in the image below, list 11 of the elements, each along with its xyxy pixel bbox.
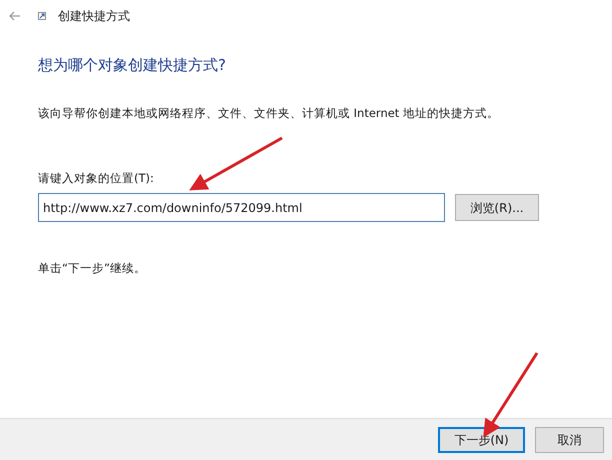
browse-button[interactable]: 浏览(R)...: [455, 194, 539, 221]
wizard-button[interactable]: 下一步(N): [438, 426, 525, 452]
shortcut-icon: [38, 12, 46, 20]
location-field[interactable]: http://www.xz7.com/downinfo/572099.html: [38, 193, 445, 222]
continue-hint: 单击“下一步”继续。: [38, 260, 146, 277]
wizard-description: 该向导帮你创建本地或网络程序、文件、文件夹、计算机或 Internet 地址的快捷方式。: [38, 104, 499, 122]
wizard-button[interactable]: 取消: [535, 426, 604, 452]
wizard-heading: 想为哪个对象创建快捷方式?: [38, 55, 226, 76]
back-button[interactable]: [8, 9, 22, 23]
location-label: 请键入对象的位置(T):: [38, 170, 154, 187]
window-title: 创建快捷方式: [58, 8, 130, 25]
